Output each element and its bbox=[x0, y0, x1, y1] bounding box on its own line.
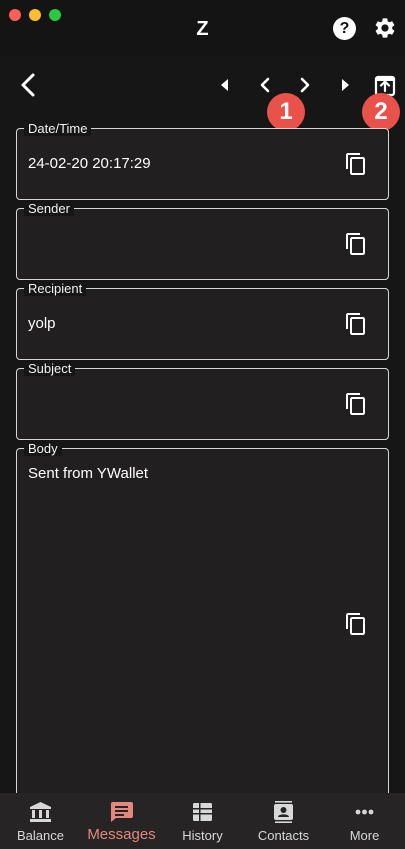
annotation-badge-1: 1 bbox=[267, 93, 305, 131]
nav-label-more: More bbox=[349, 828, 380, 843]
copy-icon[interactable] bbox=[344, 392, 368, 416]
body-field: Body Sent from YWallet bbox=[16, 441, 389, 808]
back-arrow-icon[interactable] bbox=[18, 72, 40, 98]
recipient-value[interactable]: yolp bbox=[28, 315, 56, 332]
nav-item-balance[interactable]: Balance bbox=[0, 793, 81, 849]
sender-field: Sender bbox=[16, 201, 389, 280]
nav-item-contacts[interactable]: Contacts bbox=[243, 793, 324, 849]
gear-icon[interactable] bbox=[373, 16, 397, 40]
nav-item-more[interactable]: More bbox=[324, 793, 405, 849]
recipient-label: Recipient bbox=[24, 281, 87, 296]
title-bar: Z ? bbox=[0, 0, 405, 56]
more-icon bbox=[355, 809, 374, 815]
recipient-field: Recipient yolp bbox=[16, 281, 389, 360]
annotation-badge-2: 2 bbox=[362, 93, 400, 131]
contacts-icon bbox=[274, 801, 293, 823]
message-nav-row bbox=[0, 70, 405, 100]
copy-icon[interactable] bbox=[344, 152, 368, 176]
previous-message-icon[interactable] bbox=[254, 74, 276, 96]
nav-item-history[interactable]: History bbox=[162, 793, 243, 849]
copy-icon[interactable] bbox=[344, 232, 368, 256]
body-value[interactable]: Sent from YWallet bbox=[28, 465, 148, 482]
nav-label-contacts: Contacts bbox=[257, 828, 310, 843]
sender-label: Sender bbox=[24, 201, 74, 216]
datetime-label: Date/Time bbox=[24, 121, 92, 136]
bottom-navigation: Balance Messages History Contacts More bbox=[0, 793, 405, 849]
first-message-icon[interactable] bbox=[214, 74, 236, 96]
datetime-field: Date/Time 24-02-20 20:17:29 bbox=[16, 121, 389, 200]
copy-icon[interactable] bbox=[344, 312, 368, 336]
nav-label-history: History bbox=[182, 828, 223, 843]
nav-label-balance: Balance bbox=[17, 828, 64, 843]
message-icon bbox=[110, 802, 133, 822]
help-button[interactable]: ? bbox=[333, 17, 356, 40]
body-label: Body bbox=[24, 441, 62, 456]
datetime-value[interactable]: 24-02-20 20:17:29 bbox=[28, 155, 151, 172]
nav-label-messages: Messages bbox=[87, 826, 156, 843]
history-icon bbox=[193, 803, 212, 821]
copy-icon[interactable] bbox=[344, 612, 368, 636]
bank-icon bbox=[30, 802, 51, 822]
subject-label: Subject bbox=[24, 361, 76, 376]
next-message-icon[interactable] bbox=[294, 74, 316, 96]
subject-field: Subject bbox=[16, 361, 389, 440]
last-message-icon[interactable] bbox=[334, 74, 356, 96]
nav-item-messages[interactable]: Messages bbox=[81, 793, 162, 849]
